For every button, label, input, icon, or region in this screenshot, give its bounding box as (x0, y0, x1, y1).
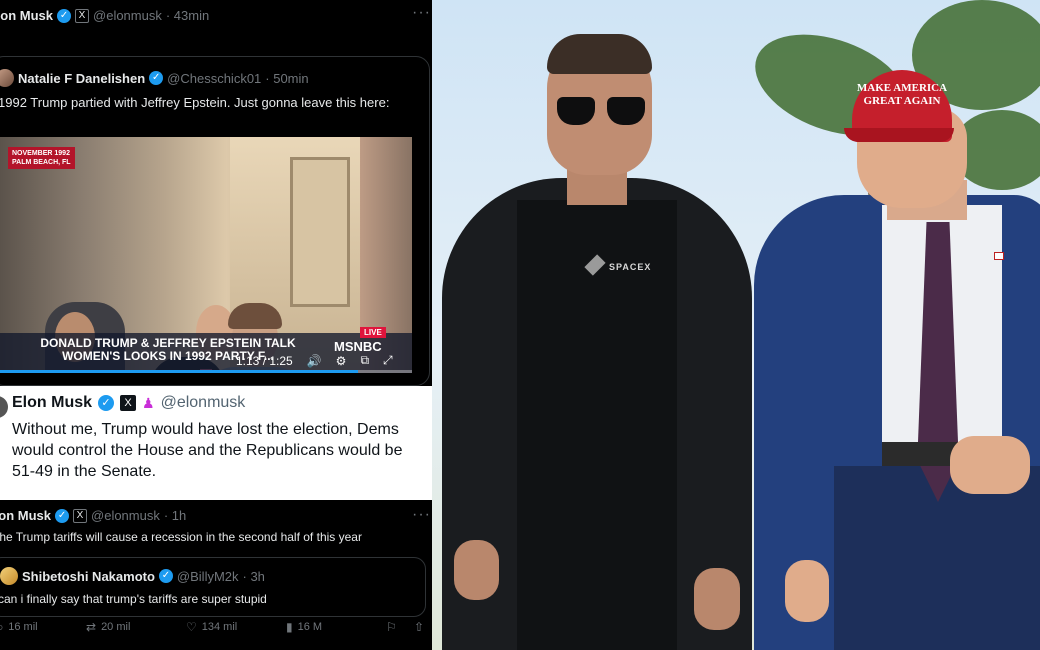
popout-icon[interactable]: ⧉ (360, 353, 369, 368)
share-icon: ⇧ (414, 620, 425, 634)
network-logo: MSNBC (334, 339, 382, 354)
quoted-tweet-card[interactable] (0, 557, 426, 617)
author-handle[interactable]: @elonmusk (93, 8, 162, 23)
like-count: 134 mil (201, 621, 238, 633)
avatar[interactable] (0, 396, 8, 418)
post-time: · 50min (265, 70, 309, 86)
author-name[interactable]: Natalie F Danelishen (18, 71, 145, 86)
live-badge: LIVE (360, 327, 386, 338)
retweet-count: 20 mil (101, 621, 131, 633)
tweet-text: The Trump tariffs will cause a recession… (0, 530, 362, 544)
tweet-header: Elon Musk ✓ X @elonmusk · 43min (0, 8, 209, 23)
quoted-tweet-header: Natalie F Danelishen ✓ @Chesschick01 · 5… (0, 69, 309, 87)
tweet-header: Elon Musk ✓ X @elonmusk · 1h (0, 508, 186, 523)
more-options-icon[interactable]: ··· (412, 4, 431, 22)
avatar[interactable] (0, 567, 18, 585)
x-logo-icon: X (120, 395, 137, 411)
timecode: 1:13 / 1:25 (236, 353, 293, 368)
retweet-button[interactable]: ⇄ 20 mil (86, 620, 130, 634)
more-options-icon[interactable]: ··· (412, 506, 431, 524)
author-name[interactable]: Shibetoshi Nakamoto (22, 569, 155, 584)
author-handle[interactable]: @elonmusk (91, 508, 160, 523)
fullscreen-icon[interactable]: ⤢ (383, 353, 393, 368)
quoted-tweet-text: can i finally say that trump's tariffs a… (0, 592, 267, 606)
quoted-tweet-text: 1992 Trump partied with Jeffrey Epstein.… (0, 95, 390, 110)
share-button[interactable]: ⇧ (414, 620, 424, 634)
verified-badge-icon: ✓ (57, 8, 72, 23)
verified-badge-icon: ✓ (55, 508, 70, 523)
bookmark-icon: ⚐ (386, 620, 397, 634)
video-progress-fill (0, 370, 359, 373)
author-name[interactable]: Elon Musk (0, 508, 51, 523)
reply-count: 16 mil (8, 621, 38, 633)
light-tweet-header: Elon Musk ✓ X ♟ @elonmusk (12, 394, 245, 412)
avatar[interactable] (0, 69, 14, 87)
settings-gear-icon[interactable]: ⚙ (336, 354, 347, 368)
cap-slogan: MAKE AMERICA GREAT AGAIN (856, 82, 948, 107)
tweet-collage: Elon Musk ✓ X @elonmusk · 43min ··· Nata… (0, 0, 432, 650)
shirt-logo: SPACEX (609, 262, 652, 272)
retweet-icon: ⇄ (86, 620, 97, 634)
views-button[interactable]: ▮ 16 M (286, 620, 322, 634)
flag-pin-icon (994, 252, 1004, 260)
light-tweet-text: Without me, Trump would have lost the el… (12, 421, 403, 480)
x-logo-icon: X (75, 8, 90, 23)
quoted-tweet-header: Shibetoshi Nakamoto ✓ @BillyM2k · 3h (0, 567, 265, 585)
x-logo-icon: X (73, 508, 88, 523)
view-count: 16 M (297, 621, 323, 633)
video-controls: 1:13 / 1:25 🔊 ⚙ ⧉ ⤢ (236, 353, 393, 368)
author-handle[interactable]: @Chesschick01 (167, 71, 261, 86)
sunglasses-icon (557, 97, 647, 127)
author-handle[interactable]: @elonmusk (161, 394, 246, 412)
photo-musk-trump: SPACEX MAKE AMERICA GREAT AGAIN (432, 0, 1040, 650)
author-handle[interactable]: @BillyM2k (177, 569, 239, 584)
views-bar-icon: ▮ (286, 620, 293, 634)
bookmark-button[interactable]: ⚐ (386, 620, 397, 634)
verified-badge-icon: ✓ (149, 71, 164, 85)
reply-button[interactable]: ○ 16 mil (0, 620, 38, 634)
verified-badge-icon: ✓ (158, 569, 173, 583)
author-name[interactable]: Elon Musk (12, 394, 92, 412)
author-name[interactable]: Elon Musk (0, 8, 53, 23)
reply-icon: ○ (0, 620, 3, 634)
video-player[interactable]: NOVEMBER 1992 PALM BEACH, FL DONALD TRUM… (0, 137, 412, 373)
post-time: · 1h (163, 508, 187, 523)
verified-badge-icon: ✓ (98, 395, 115, 411)
post-time: · 3h (242, 568, 265, 584)
like-button[interactable]: ♡ 134 mil (186, 620, 237, 634)
heart-icon: ♡ (186, 620, 197, 634)
light-tweet[interactable]: Elon Musk ✓ X ♟ @elonmusk Without me, Tr… (0, 386, 432, 500)
video-progress-bar[interactable] (0, 370, 412, 373)
affiliate-person-icon: ♟ (142, 394, 155, 411)
volume-icon[interactable]: 🔊 (307, 354, 322, 368)
location-tag: NOVEMBER 1992 PALM BEACH, FL (8, 147, 75, 169)
post-time: · 43min (165, 8, 210, 23)
